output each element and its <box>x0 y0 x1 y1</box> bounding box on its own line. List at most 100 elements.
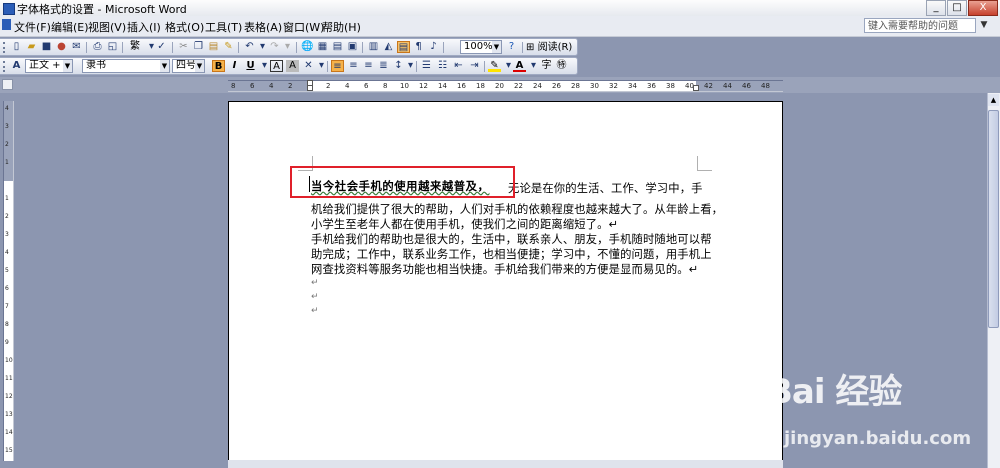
menu-help[interactable]: 帮助(H) <box>322 19 361 35</box>
drawing-icon[interactable]: ◭ <box>382 41 395 53</box>
word-app-icon[interactable] <box>3 3 15 15</box>
font-color-icon[interactable]: A <box>513 60 526 72</box>
chevron-down-icon[interactable]: ▼ <box>160 60 169 72</box>
copy-icon[interactable]: ❐ <box>192 41 205 53</box>
toolbar-separator <box>416 61 417 72</box>
vruler-tick: 7 <box>5 303 9 310</box>
left-indent-marker[interactable] <box>307 85 313 91</box>
tables-borders-icon[interactable]: ▦ <box>316 41 329 53</box>
doc-line[interactable]: 无论是在你的生活、工作、学习中，手 <box>508 180 703 196</box>
ruler-tick: 8 <box>231 82 236 90</box>
traditional-chinese-button[interactable]: 繁 <box>127 41 143 53</box>
font-select[interactable]: 隶书 ▼ <box>82 59 170 73</box>
horizontal-scrollbar[interactable] <box>228 460 783 468</box>
ruler-tick: 2 <box>326 82 331 90</box>
cut-icon[interactable]: ✂ <box>177 41 190 53</box>
print-preview-icon[interactable]: ◱ <box>106 41 119 53</box>
menu-tools[interactable]: 工具(T) <box>205 19 242 35</box>
menu-view[interactable]: 视图(V) <box>88 19 126 35</box>
scrollbar-thumb[interactable] <box>988 110 999 328</box>
scroll-up-icon[interactable]: ▲ <box>988 94 999 106</box>
distribute-icon[interactable]: ≣ <box>377 60 390 72</box>
bold-button[interactable]: B <box>212 60 225 72</box>
bullets-icon[interactable]: ☷ <box>436 60 449 72</box>
increase-indent-icon[interactable]: ⇥ <box>468 60 481 72</box>
toolbar-grip[interactable] <box>3 61 8 72</box>
char-shading-button[interactable]: A <box>286 60 299 72</box>
email-icon[interactable]: ✉ <box>70 41 83 53</box>
ruler-tick: 20 <box>495 82 504 90</box>
vertical-ruler[interactable]: 4 3 2 1 1 2 3 4 5 6 7 8 9 10 11 12 13 14… <box>3 101 14 461</box>
columns-icon[interactable]: ▥ <box>367 41 380 53</box>
style-select[interactable]: 正文 + (中) ▼ <box>25 59 73 73</box>
save-icon[interactable]: ■ <box>40 41 53 53</box>
maximize-button[interactable]: □ <box>947 0 967 16</box>
menu-format[interactable]: 格式(O) <box>165 19 204 35</box>
permission-icon[interactable]: ● <box>55 41 68 53</box>
numbering-icon[interactable]: ☰ <box>420 60 433 72</box>
redo-dropdown-icon[interactable]: ▾ <box>281 41 294 53</box>
doc-line[interactable]: 网查找资料等服务功能也相当快捷。手机给我们带来的方便是显而易见的。↵ <box>311 261 698 277</box>
help-search-input[interactable]: 键入需要帮助的问题 <box>864 18 976 33</box>
underline-button[interactable]: U <box>244 60 257 72</box>
print-icon[interactable]: ⎙ <box>91 41 104 53</box>
new-document-icon[interactable]: ▯ <box>10 41 23 53</box>
vruler-tick: 2 <box>5 213 9 220</box>
vruler-tick: 2 <box>5 141 9 148</box>
ruler-tick: 30 <box>590 82 599 90</box>
help-icon[interactable]: ? <box>505 41 518 53</box>
format-painter-icon[interactable]: ✎ <box>222 41 235 53</box>
zoom-select[interactable]: 100% ▼ <box>460 40 502 54</box>
font-color-dropdown-icon[interactable]: ▾ <box>527 60 540 72</box>
paste-icon[interactable]: ▤ <box>207 41 220 53</box>
chevron-down-icon[interactable]: ▼ <box>63 60 72 72</box>
toolbar-grip[interactable] <box>3 42 8 53</box>
char-border-button[interactable]: A <box>270 60 283 72</box>
menu-file[interactable]: 文件(F) <box>14 19 51 35</box>
open-folder-icon[interactable]: ▰ <box>25 41 38 53</box>
menu-insert[interactable]: 插入(I) <box>127 19 161 35</box>
doc-line[interactable]: 机给我们提供了很大的帮助，人们对手机的依赖程度也越来越大了。从年龄上看， <box>311 201 723 217</box>
read-button[interactable]: ⊞ 阅读(R) <box>526 41 572 54</box>
char-scaling-icon[interactable]: ✕ <box>302 60 315 72</box>
ruler-tick: 8 <box>383 82 388 90</box>
read-icon: ⊞ <box>526 42 535 53</box>
highlight-icon[interactable]: ✎ <box>488 60 501 72</box>
hyperlink-icon[interactable]: 🌐 <box>301 41 314 53</box>
font-size-select[interactable]: 四号 ▼ <box>172 59 205 73</box>
tab-selector[interactable] <box>2 79 13 90</box>
align-center-icon[interactable]: ≡ <box>347 60 360 72</box>
help-dropdown-icon[interactable]: ▼ <box>978 18 990 33</box>
phonetic-guide-icon[interactable]: 字 <box>540 60 553 72</box>
chevron-down-icon[interactable]: ▼ <box>195 60 204 72</box>
menu-window[interactable]: 窗口(W) <box>283 19 324 35</box>
enclose-char-icon[interactable]: ㊕ <box>555 60 568 72</box>
doc-line[interactable]: 手机给我们的帮助也是很大的，生活中，联系亲人、朋友，手机随时随地可以帮 <box>311 231 712 247</box>
show-hide-icon[interactable]: ¶ <box>412 41 425 53</box>
menu-edit[interactable]: 编辑(E) <box>51 19 89 35</box>
window-title: 字体格式的设置 - Microsoft Word <box>17 3 187 16</box>
vruler-tick: 12 <box>5 393 13 400</box>
format-marks-icon[interactable]: ♪ <box>427 41 440 53</box>
doc-line[interactable]: 助完成；工作中，联系业务工作，也相当便捷；学习中，不懂的问题，用手机上 <box>311 246 712 262</box>
spelling-icon[interactable]: ✓ <box>155 41 168 53</box>
document-icon[interactable] <box>2 19 11 30</box>
vruler-tick: 6 <box>5 285 9 292</box>
doc-line[interactable]: 小学生至老年人都在使用手机，使我们之间的距离缩短了。↵ <box>311 216 618 232</box>
undo-icon[interactable]: ↶ <box>243 41 256 53</box>
align-right-icon[interactable]: ≡ <box>362 60 375 72</box>
toolbar-separator <box>86 42 87 53</box>
insert-table-icon[interactable]: ▤ <box>331 41 344 53</box>
minimize-button[interactable]: _ <box>926 0 946 16</box>
align-justify-icon[interactable]: ≡ <box>331 60 344 72</box>
right-indent-marker[interactable] <box>693 85 699 91</box>
redo-icon[interactable]: ↷ <box>268 41 281 53</box>
insert-excel-icon[interactable]: ▣ <box>346 41 359 53</box>
italic-button[interactable]: I <box>228 60 241 72</box>
styles-pane-icon[interactable]: A <box>10 60 23 72</box>
close-button[interactable]: X <box>968 0 998 16</box>
document-map-icon[interactable]: ▤ <box>397 41 410 53</box>
chevron-down-icon[interactable]: ▼ <box>492 41 501 53</box>
decrease-indent-icon[interactable]: ⇤ <box>452 60 465 72</box>
menu-table[interactable]: 表格(A) <box>244 19 282 35</box>
